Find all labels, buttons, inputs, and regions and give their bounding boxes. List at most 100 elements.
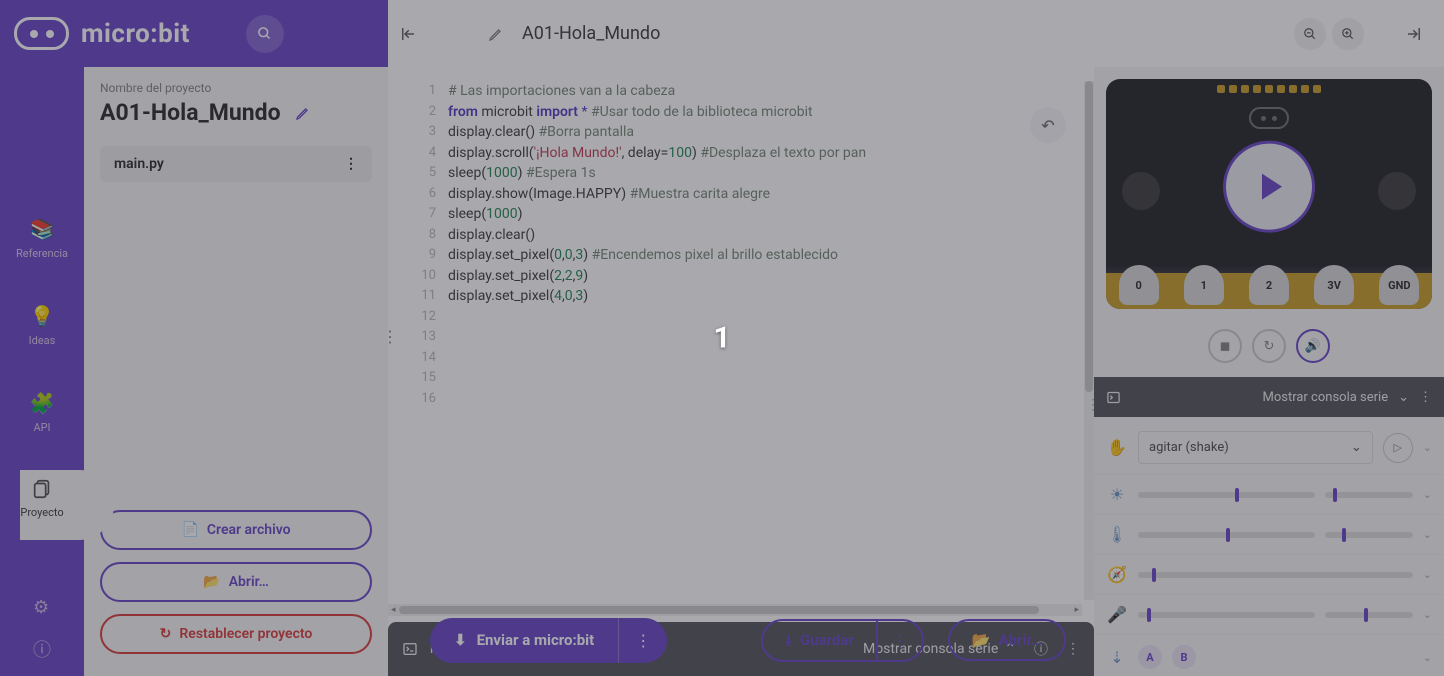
- file-more-icon[interactable]: ⋮: [344, 156, 358, 172]
- zoom-out-button[interactable]: [1294, 18, 1326, 50]
- edge-pin-2[interactable]: 2: [1249, 265, 1289, 305]
- expand-icon[interactable]: ⌄: [1423, 568, 1432, 581]
- bulb-icon: 💡: [30, 304, 55, 328]
- brand-text: micro:bit: [81, 19, 190, 49]
- left-nav: 📚 Referencia 💡 Ideas 🧩 API Proyecto ⚙ ⓘ: [0, 67, 84, 676]
- sim-console-header: ⋮ Mostrar consola serie ⌄ ⋮: [1094, 377, 1444, 417]
- sensor-temperature: 🌡 ⌄: [1094, 515, 1444, 555]
- open-file-button[interactable]: 📂 Abrir…: [100, 562, 372, 602]
- board-button-b[interactable]: [1378, 172, 1416, 210]
- vertical-scrollbar[interactable]: [1084, 81, 1094, 600]
- files-icon: [31, 478, 53, 500]
- sim-audio-button[interactable]: 🔊: [1296, 329, 1330, 363]
- nav-api[interactable]: 🧩 API: [30, 391, 55, 434]
- light-icon: ☀: [1106, 485, 1128, 504]
- compass-icon: 🧭: [1106, 565, 1128, 584]
- folder-icon: 📂: [972, 631, 991, 649]
- file-title: A01-Hola_Mundo: [522, 23, 660, 44]
- collapse-simulator-button[interactable]: [1394, 25, 1434, 43]
- simulator-play-button[interactable]: [1223, 141, 1315, 233]
- sound-slider[interactable]: [1138, 612, 1315, 618]
- puzzle-icon: 🧩: [30, 391, 55, 415]
- download-icon: ⤓: [785, 631, 792, 649]
- project-name: A01-Hola_Mundo: [100, 99, 281, 126]
- help-icon[interactable]: ⓘ: [33, 636, 51, 662]
- terminal-icon: [1106, 390, 1121, 405]
- temp-slider-2[interactable]: [1325, 532, 1413, 538]
- nav-label: Ideas: [29, 334, 56, 347]
- board-button-a[interactable]: [1122, 172, 1160, 210]
- bottom-action-bar: ⬇ Enviar a micro:bit ⋮ ⤓ Guardar ⋮ 📂 Abr…: [430, 612, 1084, 668]
- send-more-button[interactable]: ⋮: [618, 618, 667, 663]
- logo-area: micro:bit: [0, 0, 388, 67]
- light-slider-2[interactable]: [1325, 492, 1413, 498]
- edit-filename-icon[interactable]: [488, 26, 504, 42]
- gesture-play-button[interactable]: ▷: [1383, 433, 1413, 463]
- chevron-down-icon[interactable]: ⌄: [1398, 390, 1409, 405]
- file-plus-icon: 📄: [181, 522, 198, 538]
- save-more-button[interactable]: ⋮: [878, 619, 924, 662]
- pin-chip-b[interactable]: B: [1172, 645, 1196, 669]
- nav-project[interactable]: Proyecto: [20, 478, 63, 519]
- compass-slider[interactable]: [1138, 572, 1413, 578]
- console-more-icon[interactable]: ⋮: [1419, 390, 1432, 405]
- terminal-icon: [402, 641, 418, 657]
- gesture-icon: ✋: [1106, 438, 1128, 457]
- microbit-logo-icon: [14, 17, 69, 50]
- project-label: Nombre del proyecto: [100, 81, 372, 95]
- expand-icon[interactable]: ⌄: [1423, 651, 1432, 664]
- save-button[interactable]: ⤓ Guardar: [761, 619, 878, 662]
- file-name: main.py: [114, 156, 164, 172]
- reset-icon: ↻: [160, 626, 172, 642]
- expand-icon[interactable]: ⌄: [1423, 488, 1432, 501]
- settings-icon[interactable]: ⚙: [33, 597, 51, 618]
- nav-reference[interactable]: 📚 Referencia: [16, 217, 68, 260]
- search-button[interactable]: [246, 15, 284, 53]
- nav-label: Proyecto: [20, 506, 63, 519]
- editor-area: ⋮ ↶ 12345678910111213141516 # Las import…: [388, 67, 1094, 676]
- sensor-list: ✋ agitar (shake) ⌄ ▷ ⌄ ☀ ⌄ 🌡 ⌄: [1094, 417, 1444, 676]
- zoom-in-button[interactable]: [1332, 18, 1364, 50]
- collapse-sidebar-button[interactable]: [388, 25, 428, 43]
- simulator-panel: 012 3V GND ◼ ↻ 🔊 ⋮ Mostrar consola serie ⌄…: [1094, 67, 1444, 676]
- usb-icon: ⬇: [454, 631, 467, 649]
- code-editor[interactable]: 12345678910111213141516 # Las importacio…: [388, 67, 1094, 409]
- nav-label: Referencia: [16, 247, 68, 260]
- reset-project-button[interactable]: ↻ Restablecer proyecto: [100, 614, 372, 654]
- board-logo-icon: [1249, 107, 1289, 129]
- create-file-button[interactable]: 📄 Crear archivo: [100, 510, 372, 550]
- send-to-microbit-button[interactable]: ⬇ Enviar a micro:bit: [430, 618, 618, 663]
- thermometer-icon: 🌡: [1106, 525, 1128, 544]
- project-panel: Nombre del proyecto A01-Hola_Mundo main.…: [84, 67, 388, 676]
- open-button[interactable]: 📂 Abrir…: [948, 619, 1066, 661]
- sensor-pins: ⇣ A B ⌄: [1094, 635, 1444, 676]
- gesture-select[interactable]: agitar (shake) ⌄: [1138, 431, 1373, 464]
- light-slider[interactable]: [1138, 492, 1315, 498]
- sound-slider-2[interactable]: [1325, 612, 1413, 618]
- temp-slider[interactable]: [1138, 532, 1315, 538]
- microbit-board: 012 3V GND: [1106, 79, 1432, 309]
- sim-stop-button[interactable]: ◼: [1208, 329, 1242, 363]
- chevron-down-icon: ⌄: [1351, 440, 1362, 455]
- sensor-accelerometer: ✋ agitar (shake) ⌄ ▷ ⌄: [1094, 421, 1444, 475]
- sim-restart-button[interactable]: ↻: [1252, 329, 1286, 363]
- sensor-sound: 🎤 ⌄: [1094, 595, 1444, 635]
- pin-chip-a[interactable]: A: [1138, 645, 1162, 669]
- expand-icon[interactable]: ⌄: [1423, 528, 1432, 541]
- microphone-icon: 🎤: [1106, 605, 1128, 624]
- splitter-handle[interactable]: ⋮: [1086, 397, 1100, 413]
- file-main-py[interactable]: main.py ⋮: [100, 146, 372, 182]
- nav-ideas[interactable]: 💡 Ideas: [29, 304, 56, 347]
- expand-icon[interactable]: ⌄: [1423, 441, 1432, 454]
- folder-icon: 📂: [203, 574, 220, 590]
- sensor-light: ☀ ⌄: [1094, 475, 1444, 515]
- sim-console-label[interactable]: Mostrar consola serie: [1262, 390, 1388, 405]
- edge-pin-GND[interactable]: GND: [1379, 265, 1419, 305]
- undo-button[interactable]: ↶: [1030, 107, 1066, 143]
- edge-pin-1[interactable]: 1: [1184, 265, 1224, 305]
- edge-pin-3V[interactable]: 3V: [1314, 265, 1354, 305]
- edit-project-icon[interactable]: [295, 105, 311, 121]
- edge-pin-0[interactable]: 0: [1119, 265, 1159, 305]
- expand-icon[interactable]: ⌄: [1423, 608, 1432, 621]
- book-icon: 📚: [30, 217, 55, 241]
